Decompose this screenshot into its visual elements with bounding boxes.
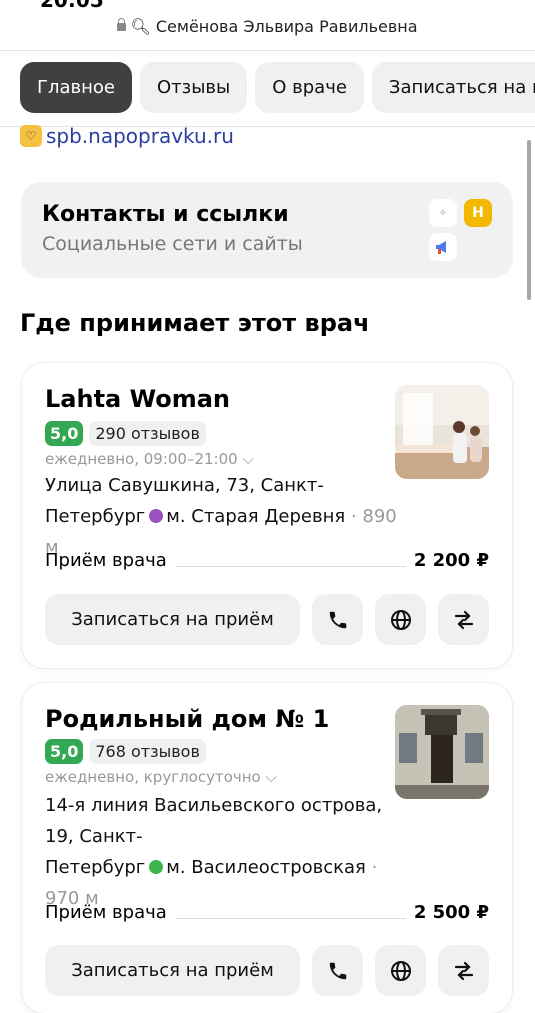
address-line: 14-я линия Васильевского острова, bbox=[45, 795, 383, 816]
route-icon[interactable] bbox=[438, 945, 489, 996]
reviews-count[interactable]: 768 отзывов bbox=[89, 739, 206, 764]
divider bbox=[0, 50, 535, 51]
phone-icon[interactable] bbox=[312, 945, 363, 996]
rating-row: 5,0 290 отзывов bbox=[45, 421, 206, 446]
metro-station: м. Старая Деревня bbox=[166, 506, 346, 527]
clinic-photo[interactable] bbox=[395, 705, 489, 799]
book-appointment-button[interactable]: Записаться на приём bbox=[45, 594, 300, 645]
contacts-subtitle: Социальные сети и сайты bbox=[42, 233, 303, 255]
address-title: Семёнова Эльвира Равильевна bbox=[155, 17, 418, 36]
clinic-name[interactable]: Lahta Woman bbox=[45, 385, 230, 413]
clinic-actions: Записаться на приём bbox=[45, 594, 489, 645]
section-title: Где принимает этот врач bbox=[20, 309, 370, 337]
contacts-links-card[interactable]: Контакты и ссылки Социальные сети и сайт… bbox=[21, 182, 513, 278]
clinic-card[interactable]: Родильный дом № 1 5,0 768 отзывов ежедне… bbox=[22, 683, 512, 1013]
address-line: 19, Санкт- bbox=[45, 826, 143, 847]
search-icon: 🔍︎ bbox=[130, 17, 151, 36]
clinic-card[interactable]: Lahta Woman 5,0 290 отзывов ежедневно, 0… bbox=[22, 363, 512, 668]
working-hours[interactable]: ежедневно, круглосуточно ⌵ bbox=[45, 768, 277, 786]
address-bar[interactable]: 🔍︎ Семёнова Эльвира Равильевна bbox=[0, 17, 535, 36]
clinic-logo-icon: ✧ bbox=[429, 199, 457, 227]
price-row: Приём врача 2 200 ₽ bbox=[45, 550, 489, 571]
rating-badge: 5,0 bbox=[45, 739, 84, 764]
route-icon[interactable] bbox=[438, 594, 489, 645]
working-hours[interactable]: ежедневно, 09:00–21:00 ⌵ bbox=[45, 450, 254, 468]
napopravku-badge: Н bbox=[464, 199, 492, 227]
price-label: Приём врача bbox=[45, 550, 167, 571]
divider bbox=[174, 566, 406, 567]
megaphone-icon bbox=[429, 233, 457, 261]
lock-icon bbox=[117, 18, 127, 31]
price-value: 2 200 ₽ bbox=[413, 550, 489, 571]
address-line: Петербург bbox=[45, 857, 146, 878]
address-line: Улица Савушкина, 73, Санкт- bbox=[45, 475, 324, 496]
scrollbar[interactable] bbox=[527, 140, 531, 300]
site-link-text: spb.napopravku.ru bbox=[46, 124, 234, 148]
chevron-down-icon: ⌵ bbox=[242, 450, 254, 468]
reviews-count[interactable]: 290 отзывов bbox=[89, 421, 206, 446]
clinic-photo[interactable] bbox=[395, 385, 489, 479]
status-time: 20:05 bbox=[40, 0, 104, 10]
globe-icon[interactable] bbox=[375, 594, 426, 645]
clinic-actions: Записаться на приём bbox=[45, 945, 489, 996]
book-appointment-button[interactable]: Записаться на приём bbox=[45, 945, 300, 996]
tab-about[interactable]: О враче bbox=[255, 62, 364, 113]
contacts-title: Контакты и ссылки bbox=[42, 202, 289, 227]
hours-text: ежедневно, 09:00–21:00 bbox=[45, 450, 238, 468]
tab-reviews[interactable]: Отзывы bbox=[139, 62, 248, 113]
metro-icon bbox=[149, 860, 164, 874]
clinic-address: 14-я линия Васильевского острова, 19, Са… bbox=[45, 790, 405, 914]
metro-station: м. Василеостровская bbox=[166, 857, 366, 878]
napopravku-icon: ♡ bbox=[20, 125, 42, 147]
hours-text: ежедневно, круглосуточно bbox=[45, 768, 261, 786]
tab-main[interactable]: Главное bbox=[20, 62, 132, 113]
chevron-down-icon: ⌵ bbox=[265, 768, 277, 786]
site-link[interactable]: ♡ spb.napopravku.ru bbox=[20, 124, 234, 148]
price-label: Приём врача bbox=[45, 902, 167, 923]
tab-book[interactable]: Записаться на п bbox=[371, 62, 535, 113]
tab-bar: Главное Отзывы О враче Записаться на п bbox=[20, 62, 535, 113]
rating-badge: 5,0 bbox=[45, 421, 84, 446]
metro-icon bbox=[149, 509, 164, 523]
clinic-name[interactable]: Родильный дом № 1 bbox=[45, 705, 329, 733]
price-value: 2 500 ₽ bbox=[413, 902, 489, 923]
phone-icon[interactable] bbox=[312, 594, 363, 645]
address-line: Петербург bbox=[45, 506, 146, 527]
globe-icon[interactable] bbox=[375, 945, 426, 996]
divider bbox=[174, 918, 406, 919]
status-bar: 20:05 bbox=[0, 0, 535, 10]
price-row: Приём врача 2 500 ₽ bbox=[45, 902, 489, 923]
rating-row: 5,0 768 отзывов bbox=[45, 739, 206, 764]
